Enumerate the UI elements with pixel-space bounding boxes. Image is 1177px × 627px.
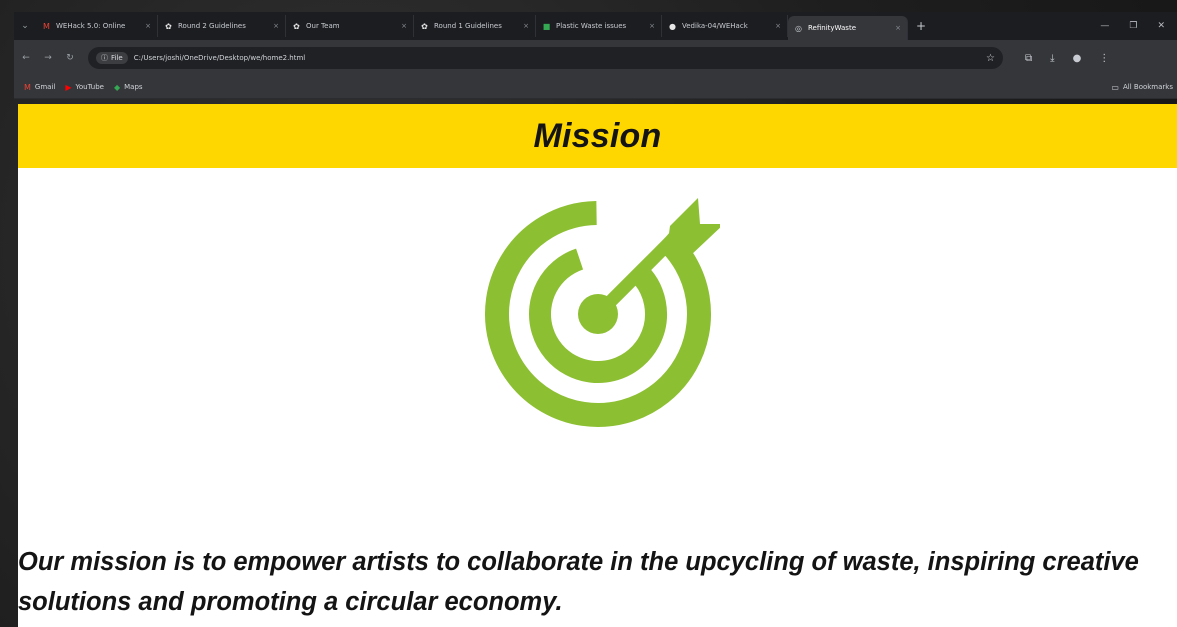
new-tab-button[interactable]: + — [908, 19, 934, 33]
tab-3[interactable]: ✿ Our Team × — [286, 15, 414, 37]
close-window-button[interactable]: ✕ — [1157, 21, 1165, 31]
site-info-label: File — [111, 54, 123, 62]
bookmark-label: Gmail — [34, 83, 56, 91]
bookmark-gmail[interactable]: M Gmail — [24, 83, 55, 92]
web-page: Mission Our mission is to empower artist… — [18, 104, 1177, 627]
tab-close-icon[interactable]: × — [145, 22, 151, 30]
tab-label: RefinityWaste — [808, 24, 856, 32]
browser-toolbar: ← → ↻ ⓘ File C:/Users/joshi/OneDrive/Des… — [14, 40, 1177, 76]
tab-label: Our Team — [306, 22, 340, 30]
tab-close-icon[interactable]: × — [273, 22, 279, 30]
back-arrow-icon[interactable]: ← — [16, 48, 36, 68]
tab-close-icon[interactable]: × — [775, 22, 781, 30]
sheets-icon: ■ — [542, 21, 551, 31]
url-text[interactable]: C:/Users/joshi/OneDrive/Desktop/we/home2… — [134, 54, 306, 62]
tab-close-icon[interactable]: × — [649, 22, 655, 30]
hackathon-icon: ✿ — [293, 21, 300, 31]
bookmarks-bar: M Gmail ▶ YouTube ◆ Maps ▭ All Bookmarks — [14, 76, 1177, 99]
window-controls: — ❐ ✕ — [1100, 21, 1177, 31]
tab-5[interactable]: ■ Plastic Waste issues × — [536, 15, 662, 37]
tab-label: Round 2 Guidelines — [178, 22, 246, 30]
tab-label: Vedika-04/WEHack — [682, 22, 748, 30]
target-arrow-icon — [480, 194, 724, 434]
tab-1[interactable]: M WEHack 5.0: Online × — [36, 15, 158, 37]
target-arrow-graphic — [485, 198, 724, 427]
tab-bar: ⌄ M WEHack 5.0: Online × ✿ Round 2 Guideline… — [14, 12, 1177, 40]
arrow-fletching — [666, 198, 724, 256]
youtube-icon: ▶ — [65, 82, 72, 92]
screenshot: ⌄ M WEHack 5.0: Online × ✿ Round 2 Guideline… — [0, 0, 1177, 627]
bookmark-list: M Gmail ▶ YouTube ◆ Maps — [14, 83, 143, 92]
extensions-icon[interactable]: ⧉ — [1025, 53, 1032, 64]
tab-7[interactable]: ◎ RefinityWaste × — [788, 16, 908, 40]
tab-strip: M WEHack 5.0: Online × ✿ Round 2 Guidelines ×… — [36, 12, 908, 40]
address-bar[interactable]: ⓘ File C:/Users/joshi/OneDrive/Desktop/w… — [88, 47, 1003, 69]
bookmark-star-icon[interactable]: ☆ — [986, 53, 995, 64]
tab-label: Round 1 Guidelines — [434, 22, 502, 30]
tab-close-icon[interactable]: × — [523, 22, 529, 30]
maps-icon: ◆ — [113, 82, 121, 92]
hackathon-icon: ✿ — [421, 21, 428, 31]
menu-icon[interactable]: ⋮ — [1099, 53, 1109, 64]
site-info-chip[interactable]: ⓘ File — [96, 52, 128, 64]
download-icon[interactable]: ⤓ — [1050, 53, 1054, 64]
bookmark-label: Maps — [124, 83, 143, 91]
restore-button[interactable]: ❐ — [1129, 21, 1137, 31]
gmail-icon: M — [24, 82, 31, 92]
forward-arrow-icon[interactable]: → — [38, 48, 58, 68]
tab-2[interactable]: ✿ Round 2 Guidelines × — [158, 15, 286, 37]
profile-icon[interactable]: ● — [1073, 53, 1082, 64]
mission-statement: Our mission is to empower artists to col… — [18, 548, 1139, 616]
toolbar-icons: ⧉ ⤓ ● ⋮ — [1025, 53, 1109, 64]
reload-icon[interactable]: ↻ — [60, 48, 80, 68]
bookmark-maps[interactable]: ◆ Maps — [114, 83, 143, 92]
all-bookmarks-label: All Bookmarks — [1122, 83, 1173, 91]
tab-close-icon[interactable]: × — [895, 24, 901, 32]
tab-search-icon[interactable]: ⌄ — [14, 12, 36, 40]
tab-label: Plastic Waste issues — [556, 22, 627, 30]
folder-icon: ▭ — [1111, 82, 1119, 92]
tab-close-icon[interactable]: × — [401, 22, 407, 30]
page-title: Mission — [533, 116, 662, 155]
mission-header: Mission — [18, 104, 1177, 168]
all-bookmarks-button[interactable]: ▭ All Bookmarks — [1111, 83, 1177, 92]
globe-icon: ◎ — [795, 23, 802, 33]
bookmark-youtube[interactable]: ▶ YouTube — [65, 83, 104, 92]
minimize-button[interactable]: — — [1100, 21, 1109, 31]
tab-6[interactable]: ● Vedika-04/WEHack × — [662, 15, 788, 37]
hackathon-icon: ✿ — [165, 21, 172, 31]
bookmark-label: YouTube — [75, 83, 104, 91]
tab-label: WEHack 5.0: Online — [56, 22, 126, 30]
info-icon: ⓘ — [101, 54, 108, 62]
gmail-icon: M — [43, 21, 50, 31]
tab-4[interactable]: ✿ Round 1 Guidelines × — [414, 15, 536, 37]
github-icon: ● — [669, 21, 676, 31]
